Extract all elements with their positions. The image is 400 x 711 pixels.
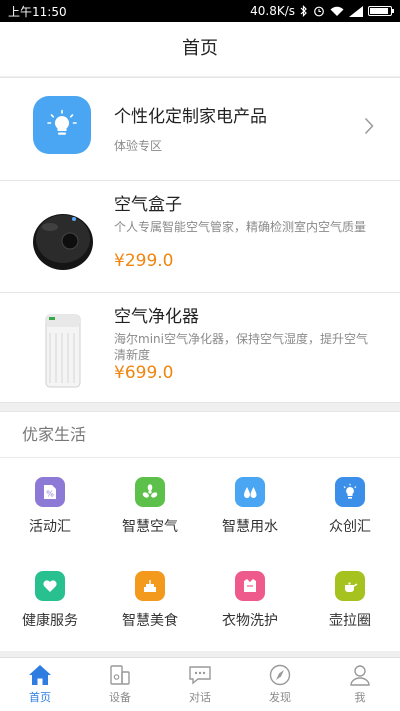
page-title: 首页 bbox=[0, 22, 400, 76]
teapot-icon bbox=[335, 571, 365, 601]
tab-label: 我 bbox=[354, 691, 366, 704]
bottom-tab-bar: 首页 设备 对话 发现 我 bbox=[0, 657, 400, 711]
grid-item-label: 众创汇 bbox=[329, 519, 371, 535]
devices-icon bbox=[110, 665, 130, 685]
grid-item-activity[interactable]: % 活动汇 bbox=[0, 458, 100, 552]
tab-devices[interactable]: 设备 bbox=[80, 658, 160, 711]
grid-item-health[interactable]: 健康服务 bbox=[0, 552, 100, 646]
grid-item-label: 智慧空气 bbox=[122, 519, 178, 535]
youjia-life-section: 优家生活 % 活动汇 智慧空气 智慧用水 众创汇 健康服务 智慧美食 衣物洗护 … bbox=[0, 411, 400, 651]
product-price: ¥699.0 bbox=[114, 363, 174, 383]
fan-icon bbox=[135, 477, 165, 507]
status-time: 上午11:50 bbox=[8, 4, 67, 19]
battery-icon bbox=[368, 6, 394, 16]
product-desc: 海尔mini空气净化器，保持空气湿度，提升空气清新度 bbox=[114, 332, 368, 362]
bluetooth-icon bbox=[300, 5, 307, 17]
lightbulb-icon bbox=[335, 477, 365, 507]
promo-title: 个性化定制家电产品 bbox=[114, 107, 267, 127]
signal-icon bbox=[349, 5, 363, 17]
shirt-icon bbox=[235, 571, 265, 601]
product-name: 空气净化器 bbox=[114, 307, 199, 327]
grid-item-label: 健康服务 bbox=[22, 613, 78, 629]
net-speed: 40.8K/s bbox=[250, 4, 295, 18]
wifi-icon bbox=[330, 6, 344, 16]
tab-label: 对话 bbox=[189, 691, 211, 704]
water-drops-icon bbox=[235, 477, 265, 507]
user-icon bbox=[350, 665, 370, 686]
compass-icon bbox=[269, 664, 291, 686]
tab-home[interactable]: 首页 bbox=[0, 658, 80, 711]
discount-icon: % bbox=[35, 477, 65, 507]
status-bar: 上午11:50 40.8K/s bbox=[0, 0, 400, 22]
grid-item-crowd-innovation[interactable]: 众创汇 bbox=[300, 458, 400, 552]
tab-me[interactable]: 我 bbox=[320, 658, 400, 711]
home-icon bbox=[29, 665, 51, 685]
section-title: 优家生活 bbox=[0, 412, 400, 458]
air-purifier-image bbox=[45, 314, 81, 388]
product-desc: 个人专属智能空气管家，精确检测室内空气质量 bbox=[114, 220, 367, 234]
grid-item-smart-food[interactable]: 智慧美食 bbox=[100, 552, 200, 646]
svg-text:%: % bbox=[46, 490, 54, 499]
service-grid: % 活动汇 智慧空气 智慧用水 众创汇 健康服务 智慧美食 衣物洗护 壶拉圈 bbox=[0, 458, 400, 646]
grid-item-laundry[interactable]: 衣物洗护 bbox=[200, 552, 300, 646]
product-name: 空气盒子 bbox=[114, 195, 182, 215]
cake-icon bbox=[135, 571, 165, 601]
product-card-air-box[interactable]: 空气盒子 个人专属智能空气管家，精确检测室内空气质量 ¥299.0 bbox=[0, 181, 400, 293]
heart-icon bbox=[35, 571, 65, 601]
air-box-image bbox=[33, 214, 93, 270]
tab-label: 首页 bbox=[29, 691, 51, 704]
promo-subtitle: 体验专区 bbox=[114, 139, 163, 153]
grid-item-label: 活动汇 bbox=[29, 519, 71, 535]
grid-item-smart-air[interactable]: 智慧空气 bbox=[100, 458, 200, 552]
tab-label: 设备 bbox=[109, 691, 131, 704]
grid-item-teapot-circle[interactable]: 壶拉圈 bbox=[300, 552, 400, 646]
lightbulb-icon bbox=[33, 96, 91, 154]
tab-label: 发现 bbox=[269, 691, 291, 704]
product-price: ¥299.0 bbox=[114, 251, 174, 271]
promo-card[interactable]: 个性化定制家电产品 体验专区 bbox=[0, 77, 400, 181]
grid-item-smart-water[interactable]: 智慧用水 bbox=[200, 458, 300, 552]
grid-item-label: 衣物洗护 bbox=[222, 613, 278, 629]
alarm-icon bbox=[314, 6, 324, 17]
grid-item-label: 智慧用水 bbox=[222, 519, 278, 535]
chat-icon bbox=[189, 666, 211, 685]
product-card-air-purifier[interactable]: 空气净化器 海尔mini空气净化器，保持空气湿度，提升空气清新度 ¥699.0 bbox=[0, 293, 400, 403]
tab-chat[interactable]: 对话 bbox=[160, 658, 240, 711]
chevron-right-icon[interactable] bbox=[364, 117, 374, 135]
grid-item-label: 智慧美食 bbox=[122, 613, 178, 629]
tab-discover[interactable]: 发现 bbox=[240, 658, 320, 711]
grid-item-label: 壶拉圈 bbox=[329, 613, 371, 629]
